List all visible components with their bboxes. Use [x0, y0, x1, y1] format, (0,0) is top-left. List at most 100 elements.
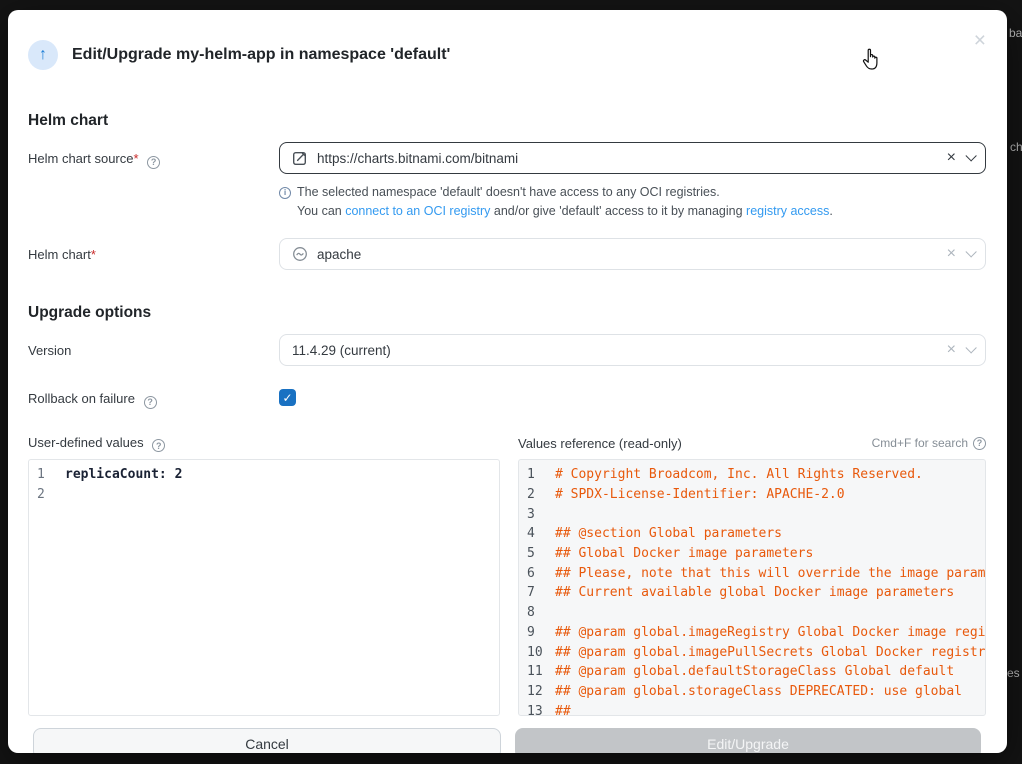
oci-info-block: i The selected namespace 'default' doesn… [279, 183, 986, 221]
modal-footer: Cancel Edit/Upgrade [28, 728, 986, 753]
close-icon[interactable]: × [974, 30, 986, 51]
rollback-checkbox[interactable]: ✓ [279, 389, 296, 406]
editor-headers: User-defined values ? Values reference (… [28, 435, 986, 453]
chevron-down-icon[interactable] [965, 246, 976, 257]
line-code: ## Current available global Docker image… [555, 585, 985, 600]
line-code: # Copyright Broadcom, Inc. All Rights Re… [555, 467, 985, 482]
upgrade-options-heading: Upgrade options [28, 304, 986, 322]
cursor-pointer [860, 46, 884, 74]
line-code: ## [555, 704, 985, 716]
code-line: 2 # SPDX-License-Identifier: APACHE-2.0 [519, 485, 985, 505]
help-icon[interactable]: ? [147, 156, 160, 169]
helm-chart-label: Helm chart* [28, 238, 279, 262]
line-number: 12 [519, 684, 555, 699]
user-values-editor[interactable]: 1 replicaCount: 2 2 [28, 459, 500, 716]
line-number: 2 [29, 487, 65, 502]
code-line: 10 ## @param global.imagePullSecrets Glo… [519, 642, 985, 662]
background-text-fragment: ch [1010, 140, 1022, 154]
chart-icon [292, 246, 308, 262]
code-line: 4 ## @section Global parameters [519, 524, 985, 544]
upgrade-arrow-icon: ↑ [28, 40, 58, 70]
modal-header: ↑ Edit/Upgrade my-helm-app in namespace … [28, 10, 986, 70]
line-code: ## Please, note that this will override … [555, 566, 985, 581]
rollback-row: Rollback on failure ? ✓ [28, 382, 986, 409]
edit-upgrade-modal: ↑ Edit/Upgrade my-helm-app in namespace … [8, 10, 1007, 753]
line-number: 11 [519, 664, 555, 679]
user-values-label: User-defined values ? [28, 435, 500, 453]
line-number: 4 [519, 526, 555, 541]
helm-chart-source-row: Helm chart source* ? https://charts.bitn… [28, 142, 986, 221]
code-line: 12 ## @param global.storageClass DEPRECA… [519, 682, 985, 702]
chevron-down-icon[interactable] [965, 150, 976, 161]
line-code: ## Global Docker image parameters [555, 546, 985, 561]
values-reference-label: Values reference (read-only) [518, 436, 682, 451]
line-code: ## @section Global parameters [555, 526, 985, 541]
line-number: 6 [519, 566, 555, 581]
line-number: 10 [519, 645, 555, 660]
line-number: 8 [519, 605, 555, 620]
background-text-fragment: ba [1009, 26, 1022, 40]
values-editors: 1 replicaCount: 2 2 1 # Copyright Broadc… [28, 459, 986, 716]
line-number: 3 [519, 507, 555, 522]
line-code: ## @param global.imageRegistry Global Do… [555, 625, 985, 640]
line-number: 1 [29, 467, 65, 482]
line-number: 13 [519, 704, 555, 716]
info-text-line1: The selected namespace 'default' doesn't… [297, 183, 720, 202]
code-line: 1 replicaCount: 2 [29, 465, 499, 485]
line-number: 7 [519, 585, 555, 600]
line-code: # SPDX-License-Identifier: APACHE-2.0 [555, 487, 985, 502]
code-line: 1 # Copyright Broadcom, Inc. All Rights … [519, 465, 985, 485]
clear-icon[interactable]: × [947, 150, 956, 166]
code-line: 9 ## @param global.imageRegistry Global … [519, 623, 985, 643]
line-number: 1 [519, 467, 555, 482]
helm-chart-heading: Helm chart [28, 112, 986, 130]
version-value: 11.4.29 (current) [292, 343, 938, 358]
info-text: You can [297, 204, 345, 218]
line-number: 2 [519, 487, 555, 502]
chevron-down-icon[interactable] [965, 342, 976, 353]
code-line: 11 ## @param global.defaultStorageClass … [519, 662, 985, 682]
help-icon[interactable]: ? [973, 437, 986, 450]
label-text: Helm chart source [28, 151, 133, 166]
helm-chart-row: Helm chart* apache × [28, 238, 986, 270]
values-reference-editor[interactable]: 1 # Copyright Broadcom, Inc. All Rights … [518, 459, 986, 716]
modal-title: Edit/Upgrade my-helm-app in namespace 'd… [72, 46, 450, 64]
line-code: ## @param global.storageClass DEPRECATED… [555, 684, 985, 699]
edit-upgrade-button[interactable]: Edit/Upgrade [515, 728, 981, 753]
helm-chart-value: apache [317, 247, 938, 262]
label-text: User-defined values [28, 435, 144, 450]
cancel-button[interactable]: Cancel [33, 728, 501, 753]
registry-access-link[interactable]: registry access [746, 204, 829, 218]
code-line: 8 [519, 603, 985, 623]
info-icon: i [279, 187, 291, 199]
label-text: Helm chart [28, 247, 91, 262]
clear-icon[interactable]: × [947, 246, 956, 262]
code-line: 13 ## [519, 701, 985, 716]
line-code: ## @param global.defaultStorageClass Glo… [555, 664, 985, 679]
code-line: 2 [29, 485, 499, 505]
helm-chart-select[interactable]: apache × [279, 238, 986, 270]
connect-oci-registry-link[interactable]: connect to an OCI registry [345, 204, 490, 218]
search-hint: Cmd+F for search [872, 436, 968, 450]
helm-chart-source-select[interactable]: https://charts.bitnami.com/bitnami × [279, 142, 986, 174]
line-number: 5 [519, 546, 555, 561]
helm-chart-source-label: Helm chart source* ? [28, 142, 279, 169]
help-icon[interactable]: ? [144, 396, 157, 409]
version-row: Version 11.4.29 (current) × [28, 334, 986, 366]
label-text: Rollback on failure [28, 391, 135, 406]
version-select[interactable]: 11.4.29 (current) × [279, 334, 986, 366]
version-label: Version [28, 334, 279, 358]
info-text: . [829, 204, 832, 218]
line-code: ## @param global.imagePullSecrets Global… [555, 645, 985, 660]
code-line: 3 [519, 504, 985, 524]
line-code: replicaCount: 2 [65, 467, 499, 482]
required-mark: * [91, 247, 96, 262]
edit-icon [292, 150, 308, 166]
code-line: 5 ## Global Docker image parameters [519, 544, 985, 564]
helm-chart-source-value: https://charts.bitnami.com/bitnami [317, 151, 938, 166]
clear-icon[interactable]: × [947, 342, 956, 358]
info-text-line2: You can connect to an OCI registry and/o… [279, 202, 986, 221]
rollback-label: Rollback on failure ? [28, 382, 279, 409]
help-icon[interactable]: ? [152, 439, 165, 452]
required-mark: * [133, 151, 138, 166]
